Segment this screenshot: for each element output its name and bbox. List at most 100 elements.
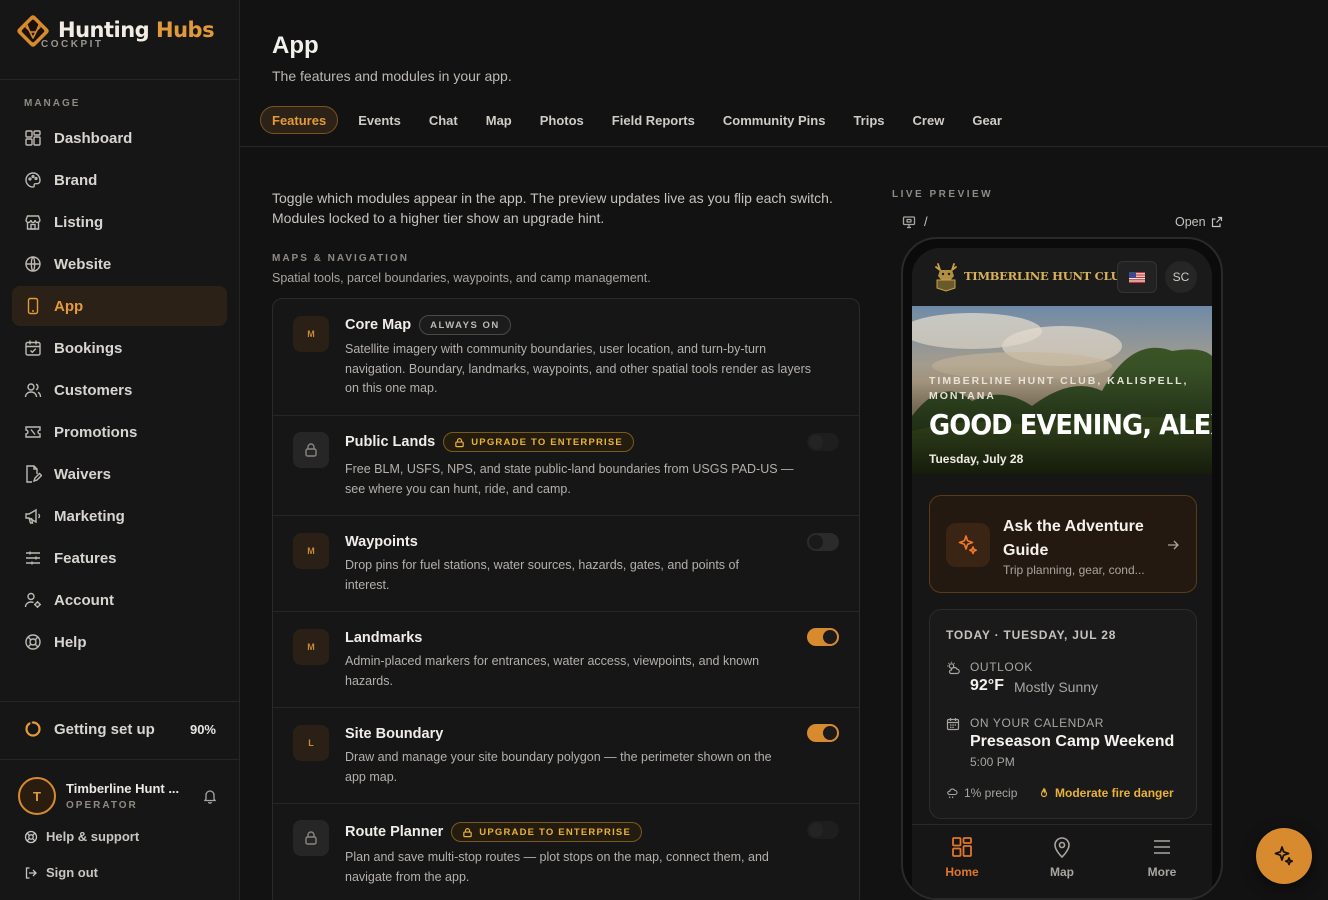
upgrade-badge[interactable]: UPGRADE TO ENTERPRISE [443, 432, 634, 452]
phone-tab-label: More [1147, 865, 1177, 879]
lock-icon [305, 443, 317, 457]
phone-bottom-nav: Home Map More [912, 824, 1212, 898]
help-support-label: Help & support [46, 829, 140, 844]
user-profile[interactable]: T Timberline Hunt ... OPERATOR [18, 777, 218, 815]
module-title: Landmarks [345, 630, 422, 646]
tab-chat[interactable]: Chat [415, 106, 472, 134]
sidebar-item-promotions[interactable]: Promotions [12, 412, 227, 452]
module-title-text: Public Lands [345, 434, 436, 450]
fire-danger: Moderate fire danger [1038, 786, 1174, 800]
sidebar-item-label: Account [54, 591, 114, 609]
partly-sunny-icon [947, 661, 960, 675]
module-icon: M [293, 316, 329, 352]
phone-tab-home[interactable]: Home [912, 835, 1012, 879]
sidebar-item-label: Dashboard [54, 129, 133, 147]
help-support-link[interactable]: Help & support [24, 829, 139, 844]
precip-text: 1% precip [964, 786, 1018, 800]
sidebar-item-brand[interactable]: Brand [12, 160, 227, 200]
calendar-icon [946, 718, 960, 731]
setup-progress[interactable]: Getting set up 90% [24, 720, 216, 738]
group-label: MAPS & NAVIGATION [272, 253, 409, 264]
lifebuoy-icon [25, 634, 41, 650]
sidebar-divider [0, 701, 239, 702]
module-title: Waypoints [345, 534, 418, 550]
sidebar-item-label: Promotions [54, 423, 138, 441]
event-name[interactable]: Preseason Camp Weekend [970, 733, 1174, 751]
outlook-label: OUTLOOK [970, 660, 1033, 674]
setup-label: Getting set up [54, 720, 155, 738]
sidebar-divider [0, 759, 239, 760]
map-pin-icon [1054, 837, 1070, 859]
sidebar-item-customers[interactable]: Customers [12, 370, 227, 410]
sign-out-icon [25, 866, 37, 879]
module-site-boundary: L Site Boundary Draw and manage your sit… [273, 708, 859, 804]
module-toggle[interactable] [807, 628, 839, 646]
avatar: T [18, 777, 56, 815]
sidebar-item-features[interactable]: Features [12, 538, 227, 578]
sidebar-item-help[interactable]: Help [12, 622, 227, 662]
language-button[interactable] [1117, 261, 1157, 293]
user-avatar-button[interactable]: SC [1165, 261, 1197, 293]
preview-path: / [902, 214, 928, 229]
ticket-icon [25, 426, 41, 438]
fire-danger-text: Moderate fire danger [1055, 786, 1174, 800]
module-landmarks: M Landmarks Admin-placed markers for ent… [273, 612, 859, 708]
tab-features[interactable]: Features [260, 106, 339, 134]
ask-guide-card[interactable]: Ask the Adventure Guide Trip planning, g… [929, 495, 1197, 593]
upgrade-badge[interactable]: UPGRADE TO ENTERPRISE [451, 822, 643, 842]
ask-subtitle: Trip planning, gear, cond... [1003, 563, 1145, 577]
tab-trips[interactable]: Trips [839, 106, 898, 134]
module-description: Admin-placed markers for entrances, wate… [345, 654, 760, 688]
module-description: Satellite imagery with community boundar… [345, 342, 811, 395]
menu-icon [1154, 840, 1170, 854]
intro-text: Toggle which modules appear in the app. … [272, 190, 833, 226]
module-list: M Core Map ALWAYS ON Satellite imagery w… [272, 298, 860, 900]
module-toggle[interactable] [807, 821, 839, 839]
sidebar-item-website[interactable]: Website [12, 244, 227, 284]
today-heading: TODAY · TUESDAY, JUL 28 [946, 628, 1117, 642]
arrow-right-icon [1168, 540, 1179, 550]
hero-banner: TIMBERLINE HUNT CLUB, KALISPELL, MONTANA… [912, 306, 1212, 474]
hero-date: Tuesday, July 28 [929, 452, 1024, 466]
sidebar-item-app[interactable]: App [12, 286, 227, 326]
sidebar-item-bookings[interactable]: Bookings [12, 328, 227, 368]
phone-tab-label: Map [1050, 865, 1074, 879]
phone-tab-label: Home [945, 865, 979, 879]
tab-photos[interactable]: Photos [526, 106, 598, 134]
module-toggle[interactable] [807, 724, 839, 742]
ask-title: Ask the Adventure Guide [1003, 518, 1144, 559]
sidebar-item-label: Listing [54, 213, 104, 231]
sidebar-divider [0, 79, 239, 80]
sidebar-item-marketing[interactable]: Marketing [12, 496, 227, 536]
sign-out-link[interactable]: Sign out [24, 865, 98, 880]
module-title: Public Lands UPGRADE TO ENTERPRISE [345, 432, 634, 452]
tab-map[interactable]: Map [472, 106, 526, 134]
upgrade-badge-label: UPGRADE TO ENTERPRISE [479, 826, 632, 838]
store-icon [25, 215, 41, 230]
megaphone-icon [25, 508, 41, 524]
sidebar-item-dashboard[interactable]: Dashboard [12, 118, 227, 158]
module-title-text: Waypoints [345, 534, 418, 550]
sidebar-item-account[interactable]: Account [12, 580, 227, 620]
module-toggle[interactable] [807, 533, 839, 551]
home-grid-icon [952, 837, 972, 857]
phone-icon [27, 297, 39, 315]
tab-gear[interactable]: Gear [958, 106, 1016, 134]
external-link-icon [1211, 216, 1222, 228]
phone-tab-map[interactable]: Map [1012, 835, 1112, 879]
bell-icon[interactable] [202, 788, 218, 804]
tab-field-reports[interactable]: Field Reports [598, 106, 709, 134]
lifebuoy-icon [24, 830, 38, 843]
sidebar-nav: Dashboard Brand Listing Website App Book… [12, 118, 227, 664]
sidebar-item-listing[interactable]: Listing [12, 202, 227, 242]
phone-preview: TIMBERLINE HUNT CLUB SC TIMBERLINE HUNT … [901, 237, 1223, 900]
tab-community-pins[interactable]: Community Pins [709, 106, 840, 134]
sidebar-item-waivers[interactable]: Waivers [12, 454, 227, 494]
module-public-lands: Public Lands UPGRADE TO ENTERPRISE Free … [273, 416, 859, 516]
module-toggle[interactable] [807, 433, 839, 451]
ai-assistant-button[interactable] [1256, 828, 1312, 884]
tab-crew[interactable]: Crew [899, 106, 959, 134]
preview-open-link[interactable]: Open [1175, 215, 1223, 229]
phone-tab-more[interactable]: More [1112, 835, 1212, 879]
tab-events[interactable]: Events [344, 106, 415, 134]
